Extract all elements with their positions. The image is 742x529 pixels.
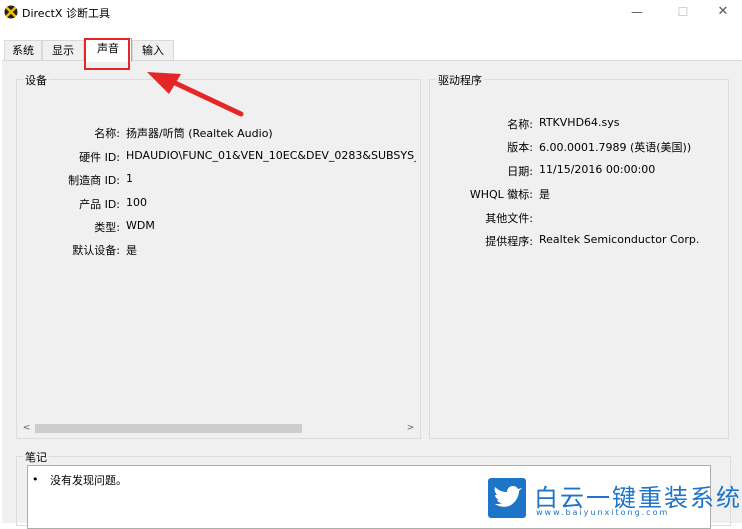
- title-bar: DirectX 诊断工具 — ☐ ✕: [0, 0, 742, 26]
- scroll-left-icon[interactable]: <: [19, 421, 34, 436]
- watermark: 白云一键重装系统 www.baiyunxitong.com: [486, 478, 742, 522]
- tab-system[interactable]: 系统: [4, 40, 42, 60]
- default-device-row: 默认设备: 是: [17, 242, 420, 258]
- sound-tab-panel: 设备 名称: 扬声器/听筒 (Realtek Audio) 硬件 ID: HDA…: [2, 60, 742, 529]
- device-type-row: 类型: WDM: [17, 219, 420, 235]
- maximize-button[interactable]: ☐: [668, 2, 698, 22]
- device-name-value: 扬声器/听筒 (Realtek Audio): [126, 127, 273, 140]
- window-title: DirectX 诊断工具: [22, 7, 110, 20]
- bird-logo-icon: [488, 478, 526, 518]
- notes-group-title: 笔记: [23, 449, 49, 465]
- device-type-value: WDM: [126, 219, 155, 232]
- provider-label: 提供程序:: [485, 235, 533, 248]
- driver-date-label: 日期:: [507, 165, 533, 178]
- note-item: 没有发现问题。: [50, 474, 127, 487]
- other-files-label: 其他文件:: [485, 212, 533, 225]
- driver-version-label: 版本:: [507, 141, 533, 154]
- manufacturer-id-value: 1: [126, 172, 133, 185]
- default-device-value: 是: [126, 244, 137, 257]
- driver-version-value: 6.00.0001.7989 (英语(美国)): [539, 141, 692, 154]
- provider-row: 提供程序: Realtek Semiconductor Corp.: [430, 233, 728, 249]
- tab-highlight-annotation: [84, 38, 130, 70]
- other-files-row: 其他文件:: [430, 210, 728, 226]
- driver-group: 驱动程序 名称: RTKVHD64.sys 版本: 6.00.0001.7989…: [429, 72, 729, 439]
- scroll-right-icon[interactable]: >: [403, 421, 418, 436]
- whql-logo-row: WHQL 徽标: 是: [430, 186, 728, 202]
- device-group: 设备 名称: 扬声器/听筒 (Realtek Audio) 硬件 ID: HDA…: [16, 72, 421, 439]
- driver-date-row: 日期: 11/15/2016 00:00:00: [430, 163, 728, 179]
- driver-group-title: 驱动程序: [436, 72, 484, 88]
- hardware-id-label: 硬件 ID:: [79, 151, 120, 164]
- watermark-url: www.baiyunxitong.com: [536, 508, 670, 517]
- default-device-label: 默认设备:: [72, 244, 120, 257]
- product-id-row: 产品 ID: 100: [17, 196, 420, 212]
- provider-value: Realtek Semiconductor Corp.: [539, 233, 700, 246]
- manufacturer-id-label: 制造商 ID:: [68, 174, 120, 187]
- product-id-label: 产品 ID:: [79, 198, 120, 211]
- bullet-icon: •: [32, 473, 39, 486]
- tab-display[interactable]: 显示: [42, 40, 84, 60]
- whql-logo-label: WHQL 徽标:: [469, 188, 533, 201]
- driver-name-label: 名称:: [507, 118, 533, 131]
- whql-logo-value: 是: [539, 188, 550, 201]
- device-name-row: 名称: 扬声器/听筒 (Realtek Audio): [17, 125, 420, 141]
- device-horizontal-scrollbar[interactable]: < >: [19, 421, 418, 436]
- driver-name-row: 名称: RTKVHD64.sys: [430, 116, 728, 132]
- manufacturer-id-row: 制造商 ID: 1: [17, 172, 420, 188]
- driver-date-value: 11/15/2016 00:00:00: [539, 163, 656, 176]
- driver-version-row: 版本: 6.00.0001.7989 (英语(美国)): [430, 139, 728, 155]
- device-name-label: 名称:: [94, 127, 120, 140]
- scrollbar-thumb[interactable]: [35, 424, 302, 433]
- product-id-value: 100: [126, 196, 147, 209]
- hardware-id-row: 硬件 ID: HDAUDIO\FUNC_01&VEN_10EC&DEV_0283…: [17, 149, 420, 165]
- red-arrow-annotation-icon: [147, 72, 244, 117]
- driver-name-value: RTKVHD64.sys: [539, 116, 620, 129]
- device-type-label: 类型:: [94, 221, 120, 234]
- directx-icon: [4, 5, 18, 19]
- hardware-id-value: HDAUDIO\FUNC_01&VEN_10EC&DEV_0283&SUBSYS…: [126, 149, 416, 162]
- device-group-title: 设备: [23, 72, 49, 88]
- tab-input[interactable]: 输入: [132, 40, 174, 60]
- minimize-button[interactable]: —: [622, 2, 652, 22]
- close-button[interactable]: ✕: [708, 2, 738, 22]
